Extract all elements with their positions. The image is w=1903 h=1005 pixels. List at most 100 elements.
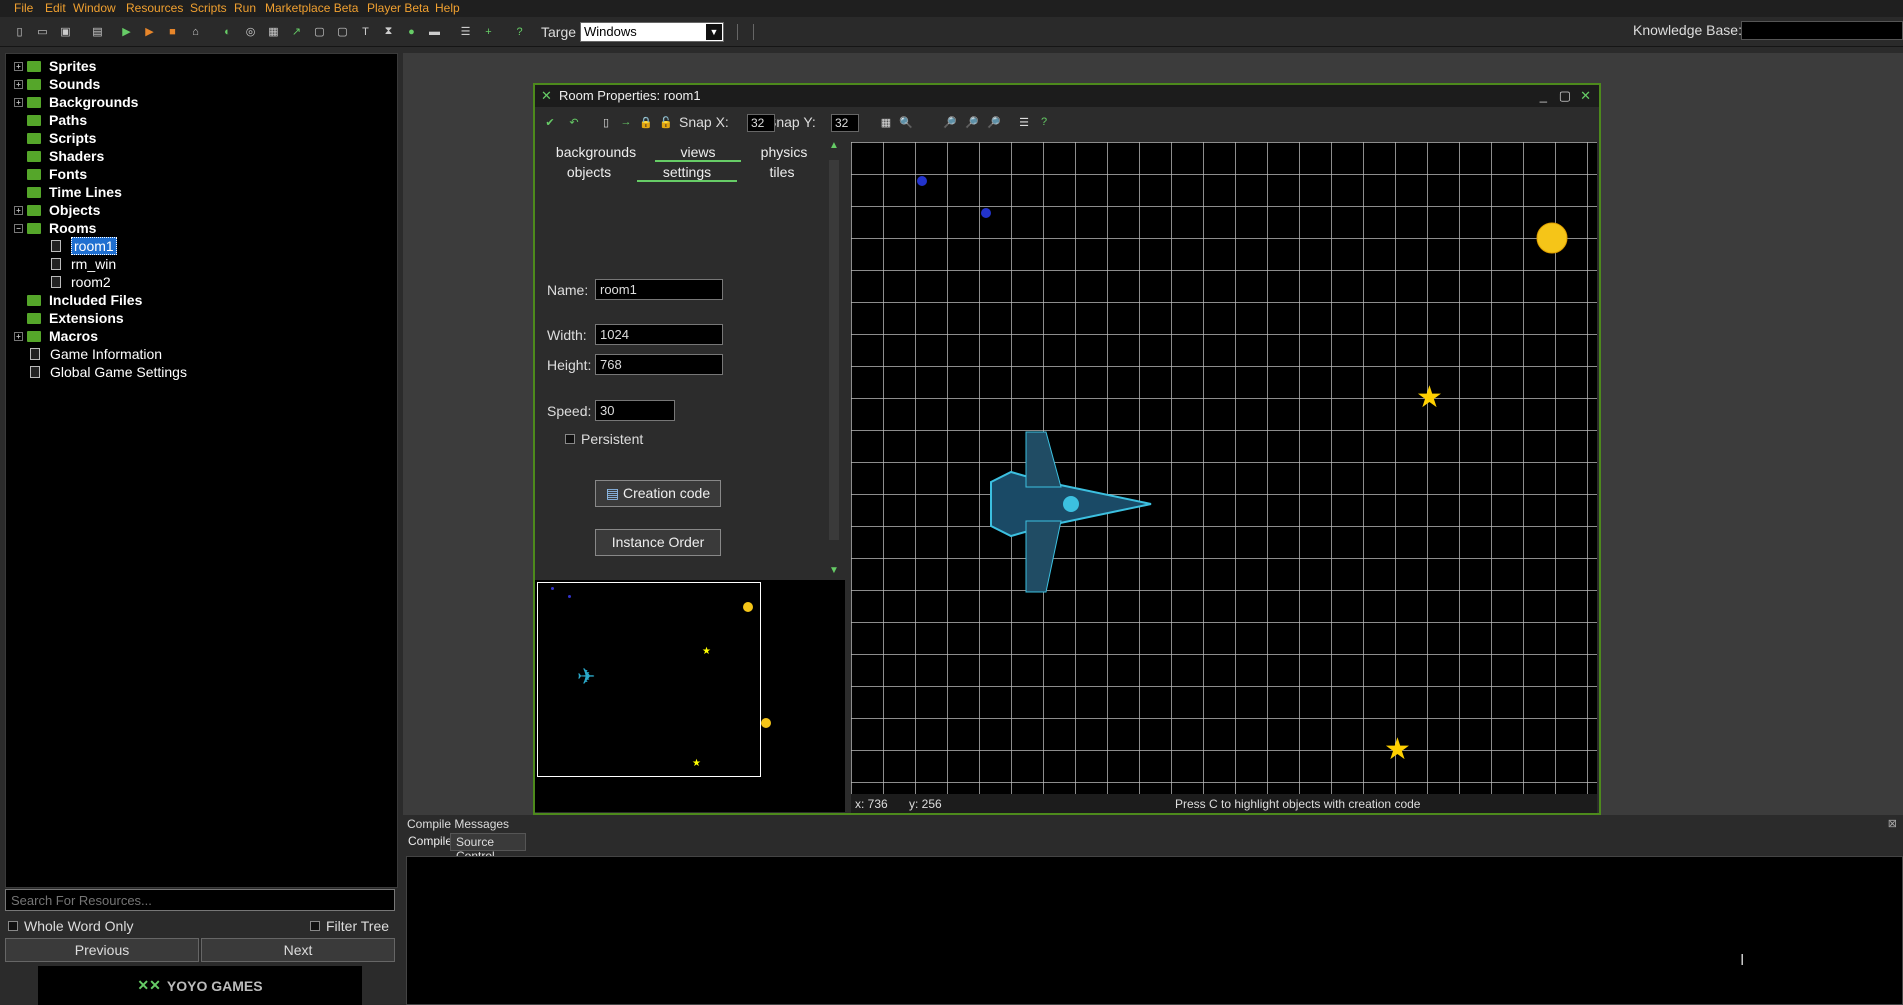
ok-icon[interactable]: ✔ [543,115,557,129]
script-icon[interactable]: ▢ [312,24,327,39]
undo-icon[interactable]: ↶ [567,115,581,129]
persistent-checkbox[interactable] [565,434,575,444]
target-select[interactable]: Windows ▼ [580,22,724,42]
tab-physics[interactable]: physics [741,142,827,162]
compile-output[interactable] [406,856,1903,1005]
tab-settings[interactable]: settings [637,162,737,182]
tree-timelines[interactable]: Time Lines [27,183,122,201]
tab-tiles[interactable]: tiles [737,162,827,182]
zoom-in-icon[interactable]: 🔎 [987,115,1001,129]
snapx-input[interactable]: 32 [747,114,775,132]
star-instance[interactable]: ★ [1416,381,1443,414]
shift-icon[interactable]: → [619,115,633,129]
open-icon[interactable]: ▭ [35,24,50,39]
chevron-down-icon[interactable]: ▼ [706,24,722,40]
tab-backgrounds[interactable]: backgrounds [541,142,651,162]
next-button[interactable]: Next [201,938,395,962]
tree-global-settings[interactable]: Global Game Settings [30,363,187,381]
clear-icon[interactable]: ▯ [599,115,613,129]
expand-icon[interactable]: + [14,331,23,341]
expand-icon[interactable]: + [14,61,23,71]
knowledge-base-input[interactable] [1741,21,1903,40]
settings-icon[interactable]: ☰ [1017,115,1031,129]
whole-word-option[interactable]: Whole Word Only [8,918,133,934]
help-icon[interactable]: ? [1037,115,1051,129]
tree-game-info[interactable]: Game Information [30,345,162,363]
zoom-out-icon[interactable]: 🔎 [943,115,957,129]
menu-window[interactable]: Window [73,1,116,15]
scroll-up-icon[interactable]: ▲ [829,140,839,151]
debug-icon[interactable]: ▶ [142,24,157,39]
instance-order-button[interactable]: Instance Order [595,529,721,556]
menu-run[interactable]: Run [234,1,256,15]
add-icon[interactable]: + [481,24,496,39]
menu-scripts[interactable]: Scripts [190,1,227,15]
menu-edit[interactable]: Edit [45,1,66,15]
coin-instance[interactable] [1536,222,1568,254]
room-editor-canvas[interactable]: ★ ★ [851,142,1597,794]
tree-objects[interactable]: + Objects [14,201,100,219]
enemy-instance[interactable] [981,208,991,218]
minimize-icon[interactable]: _ [1540,85,1547,107]
tree-room2[interactable]: room2 [51,273,111,291]
snapy-input[interactable]: 32 [831,114,859,132]
timeline-icon[interactable]: ⧗ [381,24,396,39]
room-icon[interactable]: ▬ [427,24,442,39]
tab-source-control[interactable]: Source Control [450,833,526,863]
star-instance[interactable]: ★ [1384,733,1411,766]
collapse-icon[interactable]: − [14,223,23,233]
settings-icon[interactable]: ☰ [458,24,473,39]
filter-tree-checkbox[interactable] [310,921,320,931]
tree-sounds[interactable]: + Sounds [14,75,100,93]
tree-shaders[interactable]: Shaders [27,147,104,165]
sprite-icon[interactable]: ◐ [220,24,235,39]
object-icon[interactable]: ● [404,24,419,39]
maximize-icon[interactable]: ▢ [1559,85,1571,107]
tree-extensions[interactable]: Extensions [27,309,124,327]
filter-tree-option[interactable]: Filter Tree [310,918,389,934]
tree-room1[interactable]: room1 [51,237,117,255]
tree-rooms[interactable]: − Rooms [14,219,96,237]
stop-icon[interactable]: ■ [165,24,180,39]
zoom-reset-icon[interactable]: 🔎 [965,115,979,129]
tree-fonts[interactable]: Fonts [27,165,87,183]
tab-compile[interactable]: Compile [403,833,452,851]
tree-paths[interactable]: Paths [27,111,87,129]
enemy-instance[interactable] [917,176,927,186]
menu-help[interactable]: Help [435,1,460,15]
font-icon[interactable]: T [358,24,373,39]
expand-icon[interactable]: + [14,205,23,215]
tab-objects[interactable]: objects [541,162,637,182]
tree-macros[interactable]: + Macros [14,327,98,345]
scroll-thumb[interactable] [829,160,839,540]
expand-icon[interactable]: + [14,97,23,107]
settings-scrollbar[interactable]: ▲ ▼ [827,140,841,580]
background-icon[interactable]: ▦ [266,24,281,39]
search-input[interactable] [5,889,395,911]
grid-icon[interactable]: ▦ [879,115,893,129]
room-minimap[interactable]: ★ ★ ✈ [535,580,845,812]
sound-icon[interactable]: ◎ [243,24,258,39]
tree-rm-win[interactable]: rm_win [51,255,116,273]
close-icon[interactable]: ⊠ [1888,817,1897,830]
help-icon[interactable]: ? [512,24,527,39]
expand-icon[interactable]: + [14,79,23,89]
tree-backgrounds[interactable]: + Backgrounds [14,93,138,111]
clean-icon[interactable]: ⌂ [188,24,203,39]
persistent-option[interactable]: Persistent [565,431,643,447]
scroll-down-icon[interactable]: ▼ [829,565,839,576]
tab-views[interactable]: views [655,142,741,162]
run-icon[interactable]: ▶ [119,24,134,39]
save-icon[interactable]: ▣ [58,24,73,39]
tree-included-files[interactable]: Included Files [27,291,142,309]
lock-icon[interactable]: 🔒 [639,115,653,129]
tree-scripts[interactable]: Scripts [27,129,96,147]
menu-marketplace[interactable]: Marketplace Beta [265,1,358,15]
speed-field[interactable]: 30 [595,400,675,421]
menu-file[interactable]: File [14,1,33,15]
width-field[interactable]: 1024 [595,324,723,345]
unlock-icon[interactable]: 🔓 [659,115,673,129]
shader-icon[interactable]: ▢ [335,24,350,39]
height-field[interactable]: 768 [595,354,723,375]
name-field[interactable]: room1 [595,279,723,300]
